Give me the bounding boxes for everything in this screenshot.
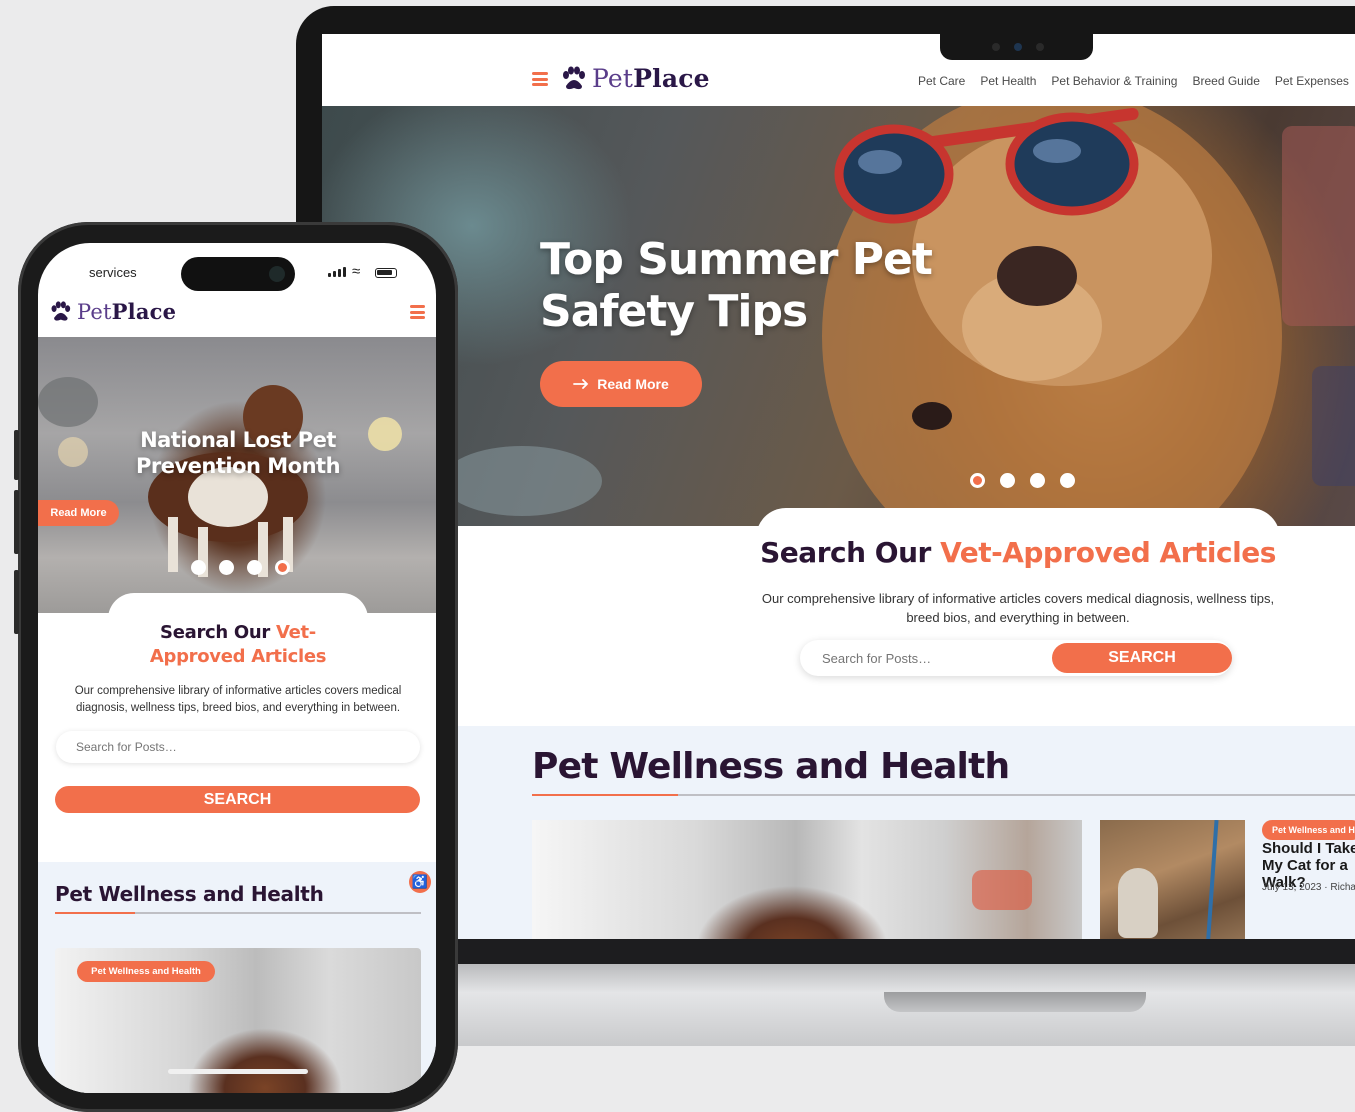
laptop-header: PetPlace Pet Care Pet Health Pet Behavio… [322, 34, 1355, 106]
site-logo[interactable]: PetPlace [560, 64, 710, 93]
hero-dog-image [148, 385, 308, 577]
section-divider [532, 794, 1355, 796]
battery-icon [375, 268, 397, 278]
paw-logo-icon [563, 66, 585, 89]
nav-pet-expenses[interactable]: Pet Expenses [1275, 74, 1349, 88]
article-category-tag[interactable]: Pet Wellness and Health [77, 961, 215, 982]
slider-dot-3[interactable] [1030, 473, 1045, 488]
phone-search-button[interactable]: SEARCH [55, 786, 420, 813]
slider-dot-2[interactable] [219, 560, 234, 575]
phone-hero-read-more-button[interactable]: Read More [38, 500, 119, 526]
logo-text: PetPlace [77, 299, 177, 324]
phone-site-logo[interactable]: PetPlace [49, 299, 176, 324]
hero-title: Top Summer Pet Safety Tips [540, 234, 933, 337]
home-indicator [168, 1069, 308, 1074]
laptop-trackpad-notch [884, 992, 1146, 1012]
phone-hero-title: National Lost Pet Prevention Month [135, 428, 341, 478]
accessibility-icon[interactable]: ♿ [409, 871, 431, 893]
hero-slider-dots [970, 473, 1075, 488]
signal-icon [328, 267, 346, 277]
article-meta: July 13, 2023 · Richard [1262, 882, 1355, 893]
phone-volume-button [14, 570, 19, 634]
hero-read-more-button[interactable]: Read More [540, 361, 702, 407]
search-input[interactable] [800, 640, 1040, 676]
article-category-tag[interactable]: Pet Wellness and Health [1262, 820, 1355, 840]
hamburger-menu-icon[interactable] [532, 72, 548, 86]
slider-dot-1[interactable] [191, 560, 206, 575]
phone-wellness-title: Pet Wellness and Health [55, 882, 324, 906]
phone-wellness-section: ♿ Pet Wellness and Health Pet Wellness a… [38, 862, 436, 1093]
phone-volume-button [14, 490, 19, 554]
logo-text: PetPlace [592, 64, 710, 93]
phone-search-description: Our comprehensive library of informative… [74, 685, 402, 714]
phone-screen: services ≈ PetPlace National Lost Pet Pr… [38, 243, 436, 1093]
nav-pet-care[interactable]: Pet Care [918, 74, 965, 88]
laptop-hero-slider: Top Summer Pet Safety Tips Read More [322, 106, 1355, 526]
slider-dot-2[interactable] [1000, 473, 1015, 488]
phone-search-input[interactable] [56, 731, 420, 763]
search-bar: SEARCH [800, 640, 1232, 676]
slider-dot-1[interactable] [970, 473, 985, 488]
phone-status-bar: services ≈ [38, 243, 436, 293]
article-thumbnail-cat[interactable] [1100, 820, 1245, 939]
search-section-description: Our comprehensive library of informative… [761, 591, 1275, 625]
arrow-right-icon [573, 379, 589, 389]
wifi-icon: ≈ [352, 263, 361, 280]
nav-breed-guide[interactable]: Breed Guide [1192, 74, 1259, 88]
paw-logo-icon [51, 300, 71, 321]
laptop-main-nav: Pet Care Pet Health Pet Behavior & Train… [918, 74, 1349, 88]
nav-pet-health[interactable]: Pet Health [980, 74, 1036, 88]
phone-search-title: Search Our Vet- Approved Articles [149, 622, 327, 667]
phone-hero-slider: National Lost Pet Prevention Month Read … [38, 337, 436, 613]
wellness-section-title: Pet Wellness and Health [532, 746, 1010, 787]
carrier-label: services [89, 265, 137, 280]
slider-dot-4[interactable] [1060, 473, 1075, 488]
laptop-camera-notch [940, 34, 1093, 60]
laptop-screen: PetPlace Pet Care Pet Health Pet Behavio… [322, 34, 1355, 939]
slider-dot-3[interactable] [247, 560, 262, 575]
featured-article-image[interactable] [532, 820, 1082, 939]
phone-hero-slider-dots [191, 560, 290, 575]
phone-side-button [14, 430, 19, 480]
nav-pet-behavior-training[interactable]: Pet Behavior & Training [1051, 74, 1177, 88]
section-divider [55, 912, 421, 914]
dynamic-island [181, 257, 295, 291]
wellness-section: Pet Wellness and Health Pet Wellness and… [322, 726, 1355, 939]
hamburger-menu-icon[interactable] [410, 305, 425, 319]
slider-dot-4[interactable] [275, 560, 290, 575]
search-button[interactable]: SEARCH [1052, 643, 1232, 673]
search-section-title: Search Our Vet-Approved Articles [760, 536, 1276, 569]
